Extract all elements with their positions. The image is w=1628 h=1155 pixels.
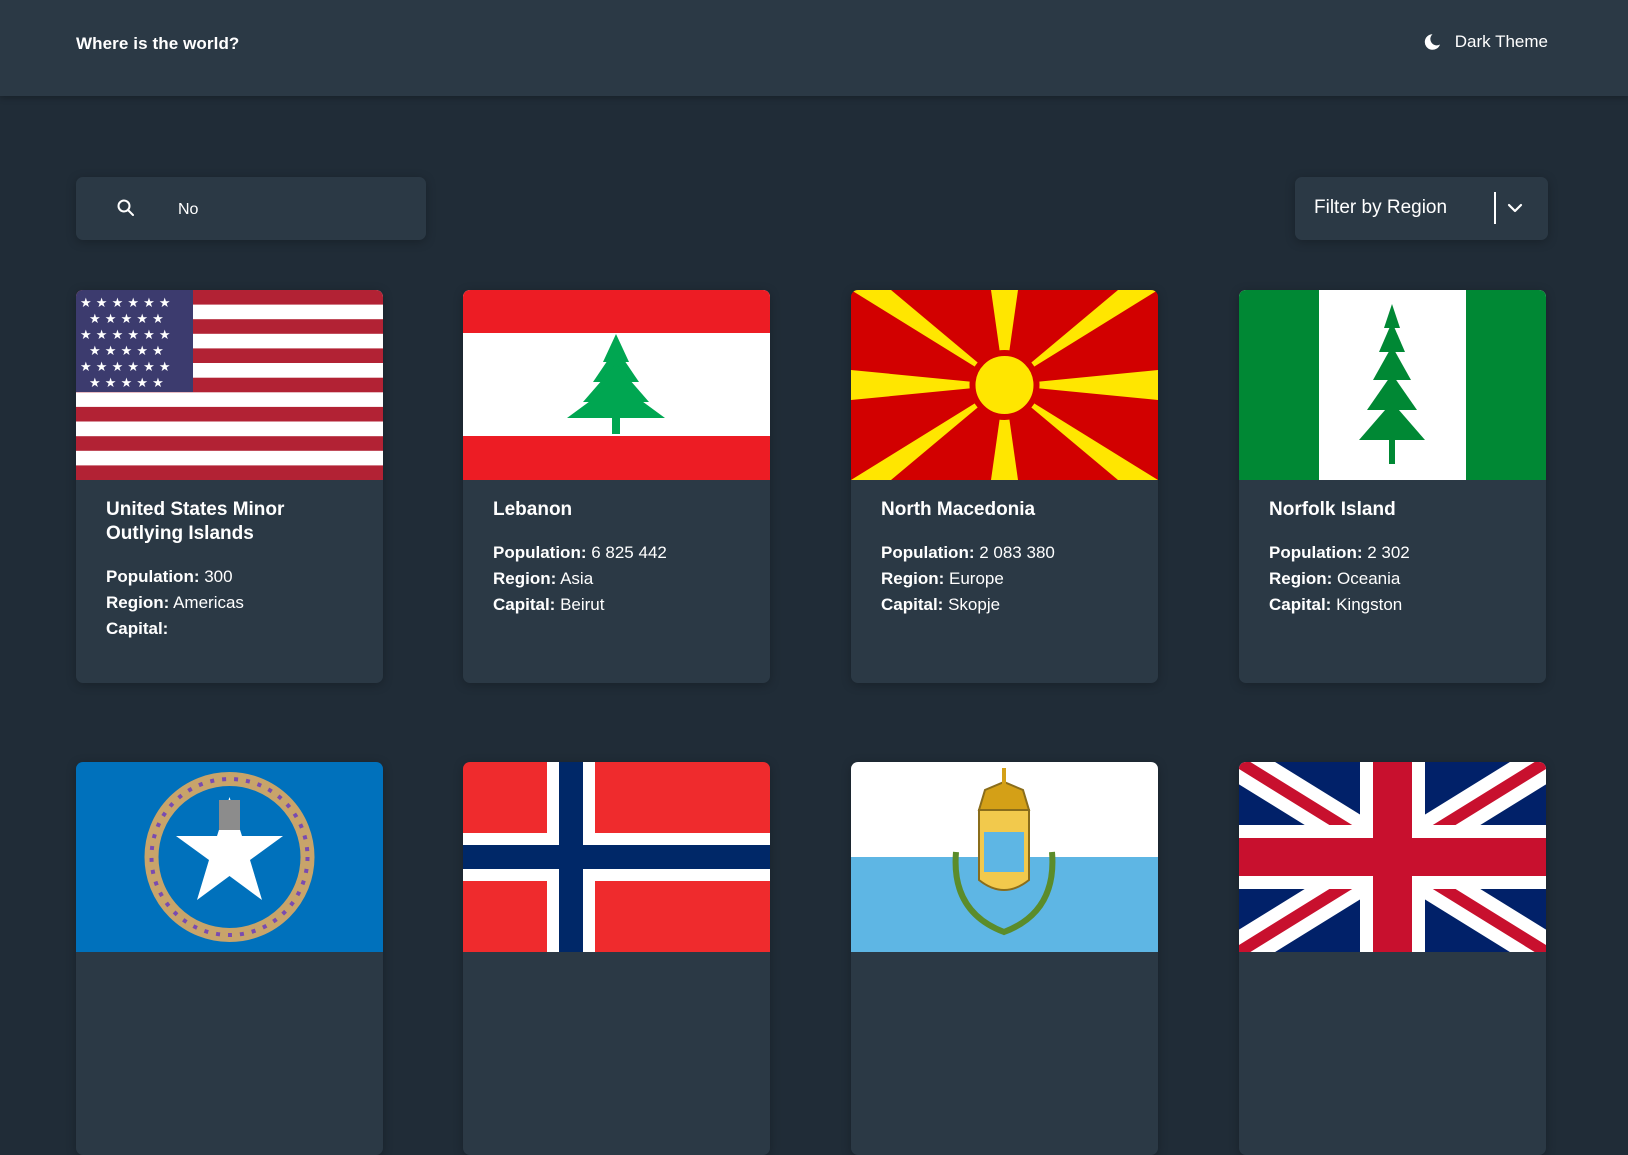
capital-value: Kingston — [1336, 595, 1403, 614]
country-card[interactable] — [851, 762, 1158, 1155]
country-name: North Macedonia — [881, 499, 1036, 520]
region-label: Region: — [493, 569, 557, 588]
country-name: Lebanon — [493, 499, 573, 520]
top-header: Where is the world? Dark Theme — [0, 0, 1628, 96]
svg-text:★ ★ ★ ★ ★ ★: ★ ★ ★ ★ ★ ★ — [80, 296, 171, 311]
flag-northern-mariana-islands — [76, 762, 383, 952]
svg-text:★ ★ ★ ★ ★: ★ ★ ★ ★ ★ — [89, 344, 164, 359]
population-label: Population: — [1269, 543, 1363, 562]
population-value: 6 825 442 — [591, 543, 667, 562]
region-value: Oceania — [1337, 569, 1401, 588]
capital-label: Capital: — [493, 595, 556, 614]
country-card[interactable]: ★ ★ ★ ★ ★ ★ ★ ★ ★ ★ ★ ★ ★ ★ ★ ★ ★ ★ ★ ★ … — [76, 290, 383, 683]
country-card[interactable] — [76, 762, 383, 1155]
population-label: Population: — [881, 543, 975, 562]
flag-san-marino — [851, 762, 1158, 952]
search-input[interactable] — [176, 177, 410, 242]
moon-icon — [1423, 33, 1441, 51]
capital-label: Capital: — [1269, 595, 1332, 614]
svg-text:★ ★ ★ ★ ★ ★: ★ ★ ★ ★ ★ ★ — [80, 360, 171, 375]
country-card[interactable] — [1239, 762, 1546, 1155]
population-value: 2 302 — [1367, 543, 1410, 562]
theme-toggle-label: Dark Theme — [1454, 32, 1548, 51]
app-title: Where is the world? — [76, 34, 240, 53]
flag-usa: ★ ★ ★ ★ ★ ★ ★ ★ ★ ★ ★ ★ ★ ★ ★ ★ ★ ★ ★ ★ … — [76, 290, 383, 480]
capital-label: Capital: — [106, 619, 169, 638]
region-value: Americas — [173, 593, 244, 612]
country-card[interactable]: Norfolk Island Population: 2 302 Region:… — [1239, 290, 1546, 683]
country-name: Norfolk Island — [1269, 499, 1396, 520]
flag-united-kingdom — [1239, 762, 1546, 952]
region-label: Region: — [1269, 569, 1333, 588]
region-filter-label: Filter by Region — [1314, 197, 1448, 218]
population-label: Population: — [106, 567, 200, 586]
flag-north-macedonia — [851, 290, 1158, 480]
region-value: Asia — [560, 569, 594, 588]
flag-norfolk-island — [1239, 290, 1546, 480]
flag-lebanon — [463, 290, 770, 480]
country-name: United States Minor Outlying Islands — [106, 499, 285, 544]
svg-text:★ ★ ★ ★ ★ ★: ★ ★ ★ ★ ★ ★ — [80, 328, 171, 343]
region-label: Region: — [881, 569, 945, 588]
country-card[interactable]: North Macedonia Population: 2 083 380 Re… — [851, 290, 1158, 683]
flag-norway — [463, 762, 770, 952]
population-label: Population: — [493, 543, 587, 562]
capital-label: Capital: — [881, 595, 944, 614]
population-value: 300 — [204, 567, 233, 586]
svg-text:★ ★ ★ ★ ★: ★ ★ ★ ★ ★ — [89, 376, 164, 391]
filter-divider — [1494, 192, 1496, 224]
capital-value: Skopje — [948, 595, 1001, 614]
search-icon — [116, 198, 136, 223]
search-box — [76, 177, 426, 242]
theme-toggle-button[interactable]: Dark Theme — [1423, 32, 1548, 52]
country-card[interactable] — [463, 762, 770, 1155]
population-value: 2 083 380 — [979, 543, 1055, 562]
region-label: Region: — [106, 593, 170, 612]
region-filter-dropdown[interactable]: Filter by Region — [1295, 177, 1548, 240]
country-card[interactable]: Lebanon Population: 6 825 442 Region: As… — [463, 290, 770, 683]
region-value: Europe — [949, 569, 1004, 588]
chevron-down-icon — [1507, 201, 1523, 220]
svg-text:★ ★ ★ ★ ★: ★ ★ ★ ★ ★ — [89, 312, 164, 327]
capital-value: Beirut — [560, 595, 605, 614]
